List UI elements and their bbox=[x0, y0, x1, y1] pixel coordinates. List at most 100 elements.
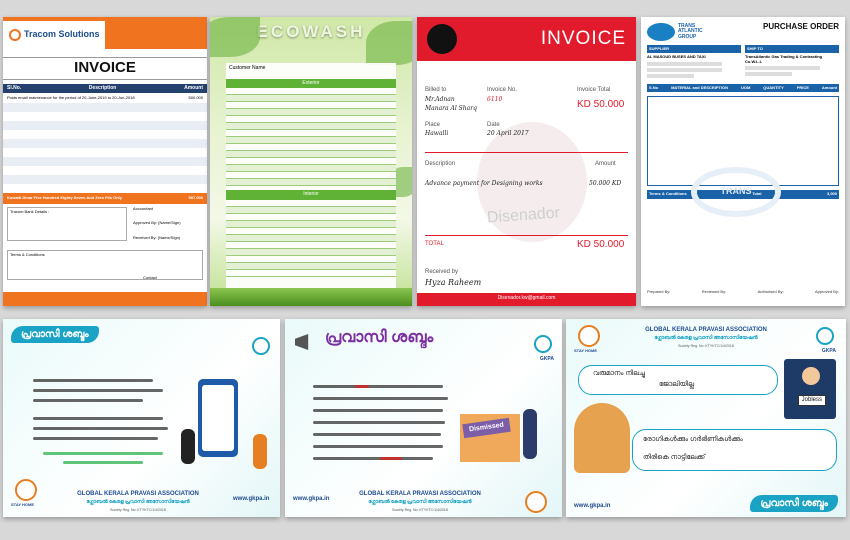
tracom-invoice-thumbnail[interactable]: Tracom Solutions INVOICE Sl.No. Descript… bbox=[3, 17, 207, 306]
approved-label: Approved By: (Name/Sign) bbox=[133, 220, 181, 226]
text-line bbox=[33, 379, 153, 382]
terms-label: Terms & Conditions bbox=[649, 191, 687, 197]
gkpa-emblem-icon bbox=[534, 335, 552, 353]
website-link[interactable]: www.gkpa.in bbox=[233, 496, 269, 503]
highlight-line bbox=[43, 452, 163, 455]
bank-details: Tracom Bank Details : bbox=[7, 206, 127, 241]
society-reg: Society Reg. No: KTYKTC/1/4/2018 bbox=[392, 508, 448, 512]
message-pill-1: വരുമാനം നിലച്ചു ജോലിയില്ല bbox=[578, 365, 778, 395]
prepared-by: Prepared By: bbox=[647, 288, 671, 294]
text-line bbox=[33, 427, 168, 430]
gkpa-emblem-icon bbox=[252, 337, 270, 355]
message-line-1: വരുമാനം നിലച്ചു bbox=[593, 370, 646, 377]
gkpa-label: GKPA bbox=[539, 356, 554, 362]
logo-icon bbox=[9, 29, 21, 41]
empty-rows bbox=[3, 103, 207, 193]
total-value: 3,000 bbox=[826, 191, 837, 197]
line-amount: 50.000 KD bbox=[589, 180, 622, 187]
trans-atlantic-watermark: TRANS bbox=[691, 167, 781, 217]
text-line bbox=[33, 389, 163, 392]
website-link[interactable]: www.gkpa.in bbox=[574, 503, 610, 510]
footer-email: Disenador.kw@gmail.com bbox=[417, 293, 636, 306]
purchase-order-thumbnail[interactable]: TRANS ATLANTIC GROUP PURCHASE ORDER SUPP… bbox=[641, 17, 845, 306]
accountant-label: Accountant bbox=[133, 205, 154, 211]
brand-name: TRANS ATLANTIC GROUP bbox=[678, 22, 703, 40]
text-line bbox=[313, 445, 443, 448]
amount-label: Amount bbox=[595, 161, 616, 167]
gkpa-label: GKPA bbox=[821, 348, 836, 354]
text-line bbox=[33, 417, 163, 420]
stay-home-icon bbox=[525, 491, 547, 513]
col-material: MATERIAL and DESCRIPTION bbox=[671, 84, 729, 90]
row-description: Posts email maintenance for the period o… bbox=[7, 95, 135, 100]
brand-name: Tracom Solutions bbox=[24, 29, 100, 40]
exterior-rows bbox=[226, 88, 396, 186]
billed-to-name: Mr.Adnan bbox=[425, 96, 455, 103]
ecowash-form-thumbnail[interactable]: ECOWASH Customer Name Exterior Interior bbox=[210, 17, 412, 306]
description-label: Description bbox=[425, 161, 456, 167]
po-header: TRANS ATLANTIC GROUP PURCHASE ORDER bbox=[647, 22, 839, 41]
text-line bbox=[33, 399, 143, 402]
invoice-total-label: Invoice Total bbox=[577, 87, 611, 93]
approved-by: Approved By: bbox=[814, 288, 839, 294]
leaf-decoration bbox=[210, 17, 260, 57]
message-line-3: രോഗികൾക്കും ഗർഭിണികൾക്കും bbox=[643, 436, 743, 443]
col-price: PRICE bbox=[796, 84, 809, 90]
disenador-logo-icon bbox=[427, 24, 457, 54]
items-header: S.No MATERIAL and DESCRIPTION UOM QUANTI… bbox=[647, 83, 839, 93]
society-reg: Society Reg. No: KTYKTC/1/4/2018 bbox=[110, 508, 166, 512]
received-name: Hyza Raheem bbox=[425, 278, 482, 287]
website-link[interactable]: www.gkpa.in bbox=[293, 496, 329, 503]
section-interior: Interior bbox=[226, 190, 396, 200]
gkpa-poster-1[interactable]: പ്രവാസി ശബ്ദം STAY HOME GLOBAL KERALA PR… bbox=[3, 319, 280, 517]
org-name: GLOBAL KERALA PRAVASI ASSOCIATION bbox=[77, 491, 199, 497]
gkpa-poster-3[interactable]: STAY HOME GLOBAL KERALA PRAVASI ASSOCIAT… bbox=[566, 319, 846, 517]
signature-area: Tracom Bank Details : Accountant Approve… bbox=[3, 204, 207, 244]
highlight-line bbox=[63, 461, 143, 464]
supplier-label: SUPPLIER bbox=[647, 45, 741, 54]
authorised-by: Authorised By: bbox=[757, 288, 784, 294]
message-line-4: തിരികെ നാട്ടിലേക്ക് bbox=[643, 454, 706, 461]
table-row: Posts email maintenance for the period o… bbox=[3, 93, 207, 103]
gkpa-poster-2[interactable]: പ്രവാസി ശബ്ദം GKPA Dismissed GLOBAL KERA… bbox=[285, 319, 562, 517]
org-name-ml: ഗ്ലോബൽ കേരള പ്രവാസി അസോസിയേഷൻ bbox=[654, 335, 758, 341]
place: Hawalli bbox=[425, 130, 449, 137]
highlight-number bbox=[355, 385, 369, 388]
address-block bbox=[105, 21, 207, 49]
total-text: Kuwaiti Dinar Five Hundred Eighty Seven … bbox=[7, 195, 122, 201]
message-line-2: ജോലിയില്ല bbox=[659, 381, 695, 388]
text-line bbox=[313, 457, 433, 460]
reviewed-by: Reviewed By: bbox=[701, 288, 727, 294]
col-sl-no: Sl.No. bbox=[7, 84, 22, 91]
customer-name-label: Customer Name bbox=[229, 65, 266, 71]
party-blocks: SUPPLIER AL MASOUD BUSES AND TAXI SHIP T… bbox=[647, 45, 839, 80]
jobless-sign: Jobless bbox=[797, 395, 826, 406]
contact-label: Contact bbox=[143, 274, 157, 280]
col-uom: UOM bbox=[741, 84, 751, 90]
date-label: Date bbox=[487, 122, 500, 128]
ship-to-block: SHIP TO TransAtlantic Gas Trading & Cont… bbox=[745, 45, 839, 80]
person-illustration bbox=[523, 409, 537, 459]
text-line bbox=[313, 385, 443, 388]
supplier-block: SUPPLIER AL MASOUD BUSES AND TAXI bbox=[647, 45, 741, 80]
highlight-word bbox=[380, 457, 402, 460]
col-description: Description bbox=[88, 84, 117, 91]
invoice-no: 6110 bbox=[487, 96, 503, 103]
supplier-name: AL MASOUD BUSES AND TAXI bbox=[647, 54, 706, 60]
globe-icon bbox=[647, 23, 675, 41]
invoice-title: INVOICE bbox=[3, 57, 207, 80]
person-illustration bbox=[802, 367, 820, 385]
place-label: Place bbox=[425, 122, 441, 128]
received-label: Received By: (Name/Sign) bbox=[133, 234, 181, 240]
pravasi-shabdam-title: പ്രവാസി ശബ്ദം bbox=[325, 329, 434, 346]
disenador-invoice-thumbnail[interactable]: INVOICE Billed to Mr.Adnan Manara Al Sha… bbox=[417, 17, 636, 306]
pravasi-shabdam-banner: പ്രവാസി ശബ്ദം bbox=[750, 495, 838, 512]
divider bbox=[425, 152, 628, 153]
col-amount: Amount bbox=[184, 84, 203, 91]
phone-screen bbox=[202, 385, 234, 451]
invoice-no-label: Invoice No. bbox=[487, 87, 518, 93]
divider bbox=[425, 235, 628, 236]
org-name: GLOBAL KERALA PRAVASI ASSOCIATION bbox=[645, 327, 767, 333]
text-line bbox=[313, 421, 445, 424]
col-sno: S.No bbox=[649, 84, 659, 90]
